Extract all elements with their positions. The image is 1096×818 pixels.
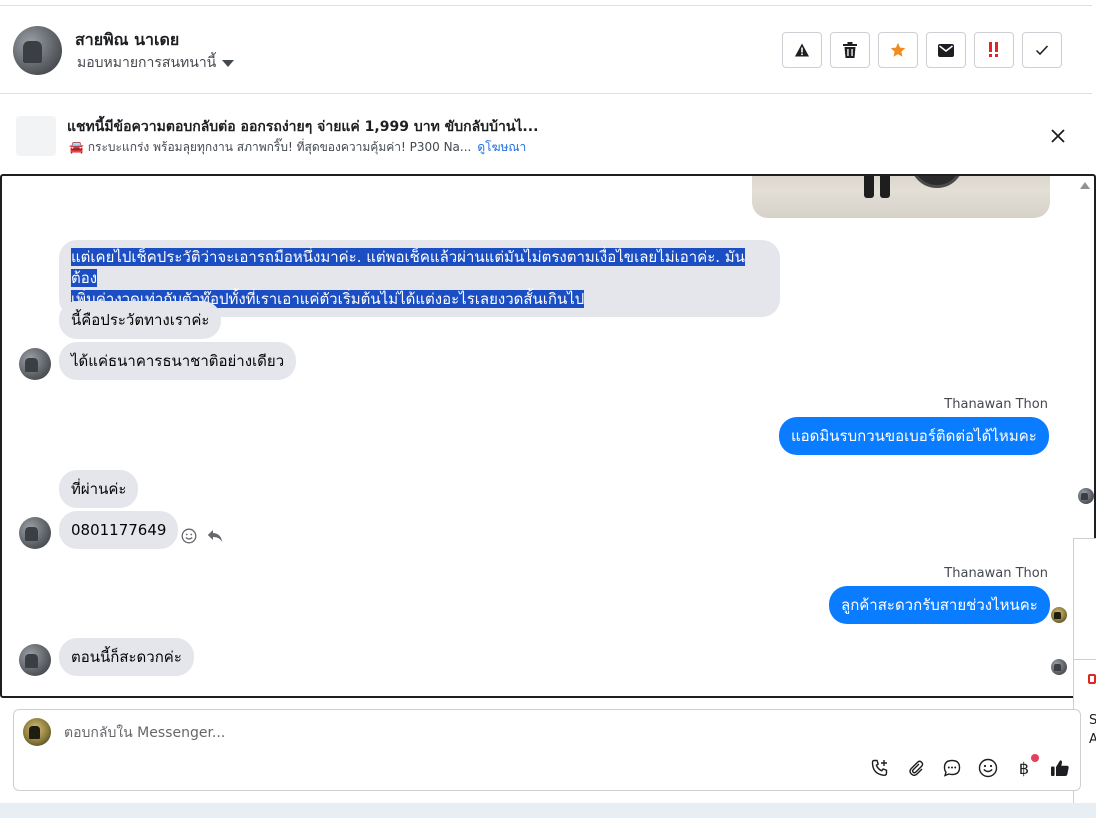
image-detail bbox=[910, 176, 964, 188]
image-detail bbox=[880, 176, 890, 198]
call-button[interactable] bbox=[869, 757, 891, 779]
seen-avatar bbox=[1051, 607, 1067, 623]
saved-replies-button[interactable] bbox=[941, 757, 963, 779]
contact-avatar bbox=[19, 517, 51, 549]
message-bubble[interactable]: ลูกค้าสะดวกรับสายช่วงไหนคะ bbox=[829, 586, 1050, 624]
sender-name: Thanawan Thon bbox=[944, 566, 1048, 581]
ad-reply-banner: แชทนี้มีข้อความตอบกลับต่อ ออกรถง่ายๆ จ่า… bbox=[0, 95, 1092, 173]
message-bubble[interactable]: ที่ผ่านค่ะ bbox=[59, 470, 139, 508]
scroll-up-arrow[interactable] bbox=[1080, 182, 1090, 189]
alert-icon bbox=[1088, 674, 1096, 684]
side-text: A bbox=[1089, 732, 1096, 747]
baht-icon: ฿ bbox=[1018, 758, 1030, 778]
ad-subtitle: 🚘 กระบะแกร่ง พร้อมลุยทุกงาน สภาพกริ๊บ! ท… bbox=[69, 140, 472, 154]
reply-icon[interactable] bbox=[207, 529, 223, 543]
attach-button[interactable] bbox=[905, 757, 927, 779]
message-tools bbox=[181, 528, 223, 544]
mark-unread-button[interactable] bbox=[926, 32, 966, 68]
caret-down-icon bbox=[222, 59, 235, 67]
reply-input[interactable] bbox=[62, 724, 662, 742]
payment-button[interactable]: ฿ bbox=[1013, 754, 1039, 779]
star-icon bbox=[890, 42, 906, 57]
view-ad-link[interactable]: ดูโฆษณา bbox=[477, 138, 526, 157]
ad-title: แชทนี้มีข้อความตอบกลับต่อ ออกรถง่ายๆ จ่า… bbox=[67, 119, 539, 135]
seen-avatar bbox=[1051, 659, 1067, 675]
image-detail bbox=[864, 176, 874, 198]
header-actions bbox=[782, 32, 1062, 68]
message-thread[interactable]: แต่เคยไปเช็คประวัติว่าจะเอารถมือหนึ่งมาค… bbox=[0, 174, 1096, 698]
composer-tools: ฿ bbox=[869, 754, 1071, 779]
like-button[interactable] bbox=[1049, 757, 1071, 779]
message-bubble[interactable]: นี้คือประวัตทางเราค่ะ bbox=[59, 301, 222, 339]
message-bubble[interactable]: 0801177649 bbox=[59, 511, 179, 549]
delete-button[interactable] bbox=[830, 32, 870, 68]
react-emoji-icon[interactable] bbox=[181, 528, 197, 544]
done-button[interactable] bbox=[1022, 32, 1062, 68]
message-text-line: แต่เคยไปเช็คประวัติว่าจะเอารถมือหนึ่งมาค… bbox=[71, 248, 745, 287]
page-bottom-strip bbox=[0, 803, 1096, 818]
message-bubble[interactable]: แอดมินรบกวนขอเบอร์ติดต่อได้ไหมคะ bbox=[779, 417, 1049, 455]
warning-icon bbox=[795, 43, 809, 57]
contact-avatar bbox=[19, 644, 51, 676]
assign-conversation-dropdown[interactable]: มอบหมายการสนทนานี้ bbox=[77, 52, 235, 74]
notification-dot bbox=[1031, 754, 1039, 762]
chat-bubble-icon bbox=[943, 759, 961, 777]
composer: ฿ bbox=[13, 709, 1081, 791]
side-popup[interactable] bbox=[1073, 538, 1096, 660]
contact-avatar bbox=[19, 348, 51, 380]
emoji-icon bbox=[978, 758, 998, 778]
message-bubble[interactable]: ตอนนี้ก็สะดวกค่ะ bbox=[59, 638, 194, 676]
conversation-header: สายพิณ นาเดย มอบหมายการสนทนานี้ bbox=[0, 6, 1092, 94]
sender-name: Thanawan Thon bbox=[944, 397, 1048, 412]
phone-plus-icon bbox=[871, 759, 888, 777]
message-bubble[interactable]: ได้แค่ธนาคารธนาชาติอย่างเดียว bbox=[59, 342, 297, 380]
check-icon bbox=[1035, 45, 1049, 56]
ad-thumbnail bbox=[16, 116, 56, 156]
ad-subtitle-row: 🚘 กระบะแกร่ง พร้อมลุยทุกงาน สภาพกริ๊บ! ท… bbox=[69, 138, 526, 157]
important-button[interactable] bbox=[974, 32, 1014, 68]
contact-avatar[interactable] bbox=[13, 26, 62, 75]
side-avatar bbox=[1078, 488, 1094, 504]
trash-icon bbox=[843, 42, 857, 58]
mail-icon bbox=[938, 43, 954, 57]
assign-label: มอบหมายการสนทนานี้ bbox=[77, 55, 217, 71]
close-icon[interactable] bbox=[1048, 126, 1068, 146]
contact-name[interactable]: สายพิณ นาเดย bbox=[75, 28, 179, 53]
paperclip-icon bbox=[909, 760, 924, 777]
image-message[interactable] bbox=[752, 176, 1050, 218]
report-button[interactable] bbox=[782, 32, 822, 68]
user-avatar bbox=[23, 718, 51, 746]
star-button[interactable] bbox=[878, 32, 918, 68]
emoji-button[interactable] bbox=[977, 757, 999, 779]
side-text: S bbox=[1089, 713, 1096, 728]
important-icon bbox=[989, 42, 998, 57]
thumbs-up-icon bbox=[1051, 760, 1069, 776]
